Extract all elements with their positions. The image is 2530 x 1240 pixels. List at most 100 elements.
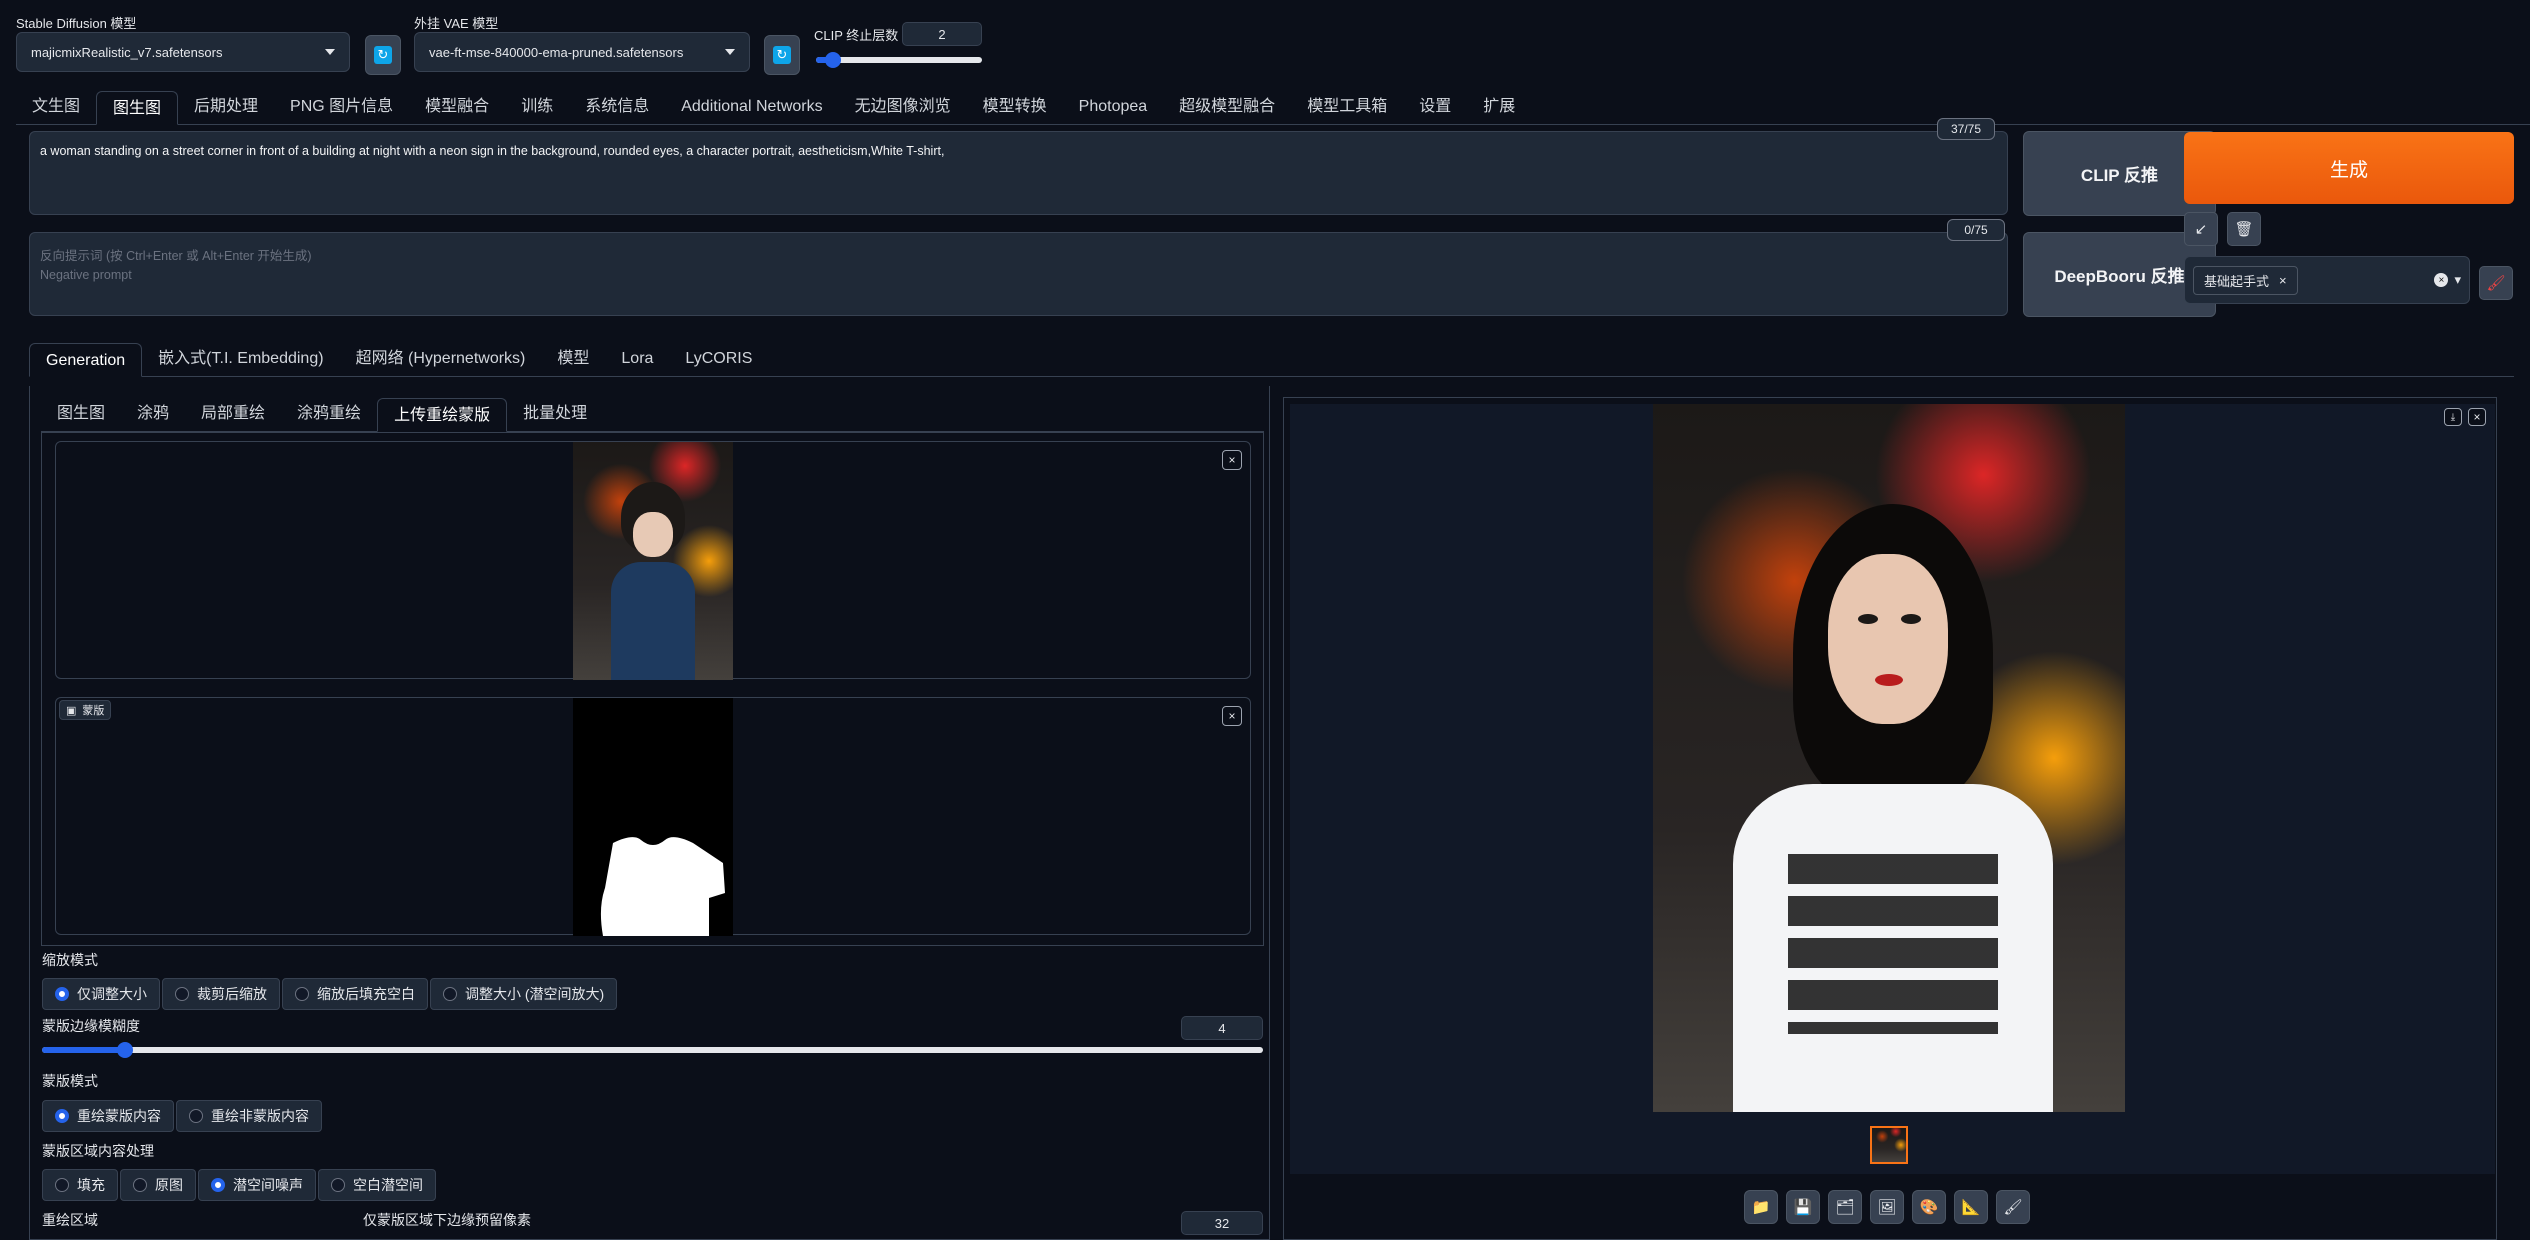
- close-icon[interactable]: ×: [2279, 273, 2287, 288]
- radio-dot[interactable]: [55, 1109, 69, 1123]
- mask-image-area[interactable]: ▣ 蒙版 ×: [55, 697, 1251, 936]
- tab-main-12[interactable]: 模型工具箱: [1291, 90, 1403, 124]
- mask-blur-thumb[interactable]: [117, 1042, 134, 1058]
- tab-sub-1[interactable]: 嵌入式(T.I. Embedding): [142, 342, 339, 376]
- tab-img-1[interactable]: 涂鸦: [121, 397, 185, 431]
- clear-prompt-button[interactable]: 🗑: [2227, 212, 2261, 246]
- refresh-vae-button[interactable]: ↻: [764, 35, 800, 75]
- tab-main-11[interactable]: 超级模型融合: [1163, 90, 1291, 124]
- generate-button[interactable]: 生成: [2184, 132, 2514, 204]
- styles-select[interactable]: 基础起手式 × × ▾: [2184, 256, 2470, 304]
- padding-value[interactable]: 32: [1181, 1211, 1263, 1235]
- main-tabs: 文生图 图生图 后期处理 PNG 图片信息 模型融合 训练 系统信息 Additional N…: [16, 90, 2530, 125]
- mask-blur-slider[interactable]: [42, 1042, 1263, 1058]
- radio-option[interactable]: 裁剪后缩放: [162, 978, 280, 1010]
- close-icon[interactable]: ×: [1222, 450, 1242, 470]
- output-thumbnail[interactable]: [1870, 1126, 1908, 1164]
- output-image[interactable]: [1653, 404, 2125, 1112]
- sd-model-dropdown[interactable]: majicmixRealistic_v7.safetensors: [16, 32, 350, 72]
- output-tool-row: 📁 💾 🗂 🖼 🎨 📐 🖌: [1744, 1190, 2030, 1224]
- close-icon[interactable]: ×: [2468, 408, 2486, 426]
- radio-dot[interactable]: [189, 1109, 203, 1123]
- tab-main-10[interactable]: Photopea: [1063, 90, 1164, 124]
- save-button[interactable]: 💾: [1786, 1190, 1820, 1224]
- radio-dot[interactable]: [443, 987, 457, 1001]
- tab-sub-4[interactable]: Lora: [605, 342, 669, 376]
- clear-icon[interactable]: ×: [2434, 273, 2449, 287]
- face-shape: [1828, 554, 1948, 724]
- chevron-down-icon: [325, 49, 335, 55]
- mask-image: [573, 698, 733, 936]
- radio-option[interactable]: 原图: [120, 1169, 196, 1201]
- chevron-down-icon[interactable]: ▾: [2454, 272, 2461, 288]
- radio-option[interactable]: 仅调整大小: [42, 978, 160, 1010]
- close-icon[interactable]: ×: [1222, 706, 1242, 726]
- tab-main-14[interactable]: 扩展: [1467, 90, 1531, 124]
- tab-main-4[interactable]: 模型融合: [409, 90, 505, 124]
- radio-option[interactable]: 重绘蒙版内容: [42, 1100, 174, 1132]
- mask-mode-group: 重绘蒙版内容 重绘非蒙版内容: [42, 1100, 324, 1132]
- image-button[interactable]: 🖼: [1870, 1190, 1904, 1224]
- ruler-button[interactable]: 📐: [1954, 1190, 1988, 1224]
- tab-main-6[interactable]: 系统信息: [569, 90, 665, 124]
- radio-dot[interactable]: [295, 987, 309, 1001]
- zip-button[interactable]: 🗂: [1828, 1190, 1862, 1224]
- style-tag[interactable]: 基础起手式 ×: [2193, 265, 2298, 295]
- radio-dot[interactable]: [55, 987, 69, 1001]
- inpaint-area-label: 重绘区域: [42, 1212, 98, 1228]
- tab-sub-5[interactable]: LyCORIS: [669, 342, 768, 376]
- tab-main-0[interactable]: 文生图: [16, 90, 96, 124]
- palette-button[interactable]: 🎨: [1912, 1190, 1946, 1224]
- vae-dropdown[interactable]: vae-ft-mse-840000-ema-pruned.safetensors: [414, 32, 750, 72]
- masked-content-label: 蒙版区域内容处理: [42, 1143, 154, 1159]
- radio-option[interactable]: 填充: [42, 1169, 118, 1201]
- clip-slider-thumb[interactable]: [824, 52, 841, 68]
- tab-main-8[interactable]: 无边图像浏览: [839, 90, 967, 124]
- tab-sub-0[interactable]: Generation: [29, 343, 143, 377]
- clip-slider[interactable]: [816, 52, 982, 68]
- edit-styles-button[interactable]: 🖌: [2479, 266, 2513, 300]
- tab-main-1[interactable]: 图生图: [96, 91, 179, 125]
- resize-mode-label: 缩放模式: [42, 952, 98, 968]
- refresh-sd-model-button[interactable]: ↻: [365, 35, 401, 75]
- brush-button[interactable]: 🖌: [1996, 1190, 2030, 1224]
- tshirt-print: [1788, 854, 1998, 1034]
- tab-main-3[interactable]: PNG 图片信息: [274, 90, 409, 124]
- tab-img-4[interactable]: 上传重绘蒙版: [377, 398, 508, 432]
- radio-option[interactable]: 重绘非蒙版内容: [176, 1100, 322, 1132]
- tab-main-9[interactable]: 模型转换: [967, 90, 1063, 124]
- prompt-textarea[interactable]: a woman standing on a street corner in f…: [29, 131, 2008, 215]
- mask-blur-value[interactable]: 4: [1181, 1016, 1263, 1040]
- tab-sub-3[interactable]: 模型: [541, 342, 605, 376]
- folder-button[interactable]: 📁: [1744, 1190, 1778, 1224]
- tab-img-0[interactable]: 图生图: [41, 397, 121, 431]
- download-icon[interactable]: ⤓: [2444, 408, 2462, 426]
- apply-style-button[interactable]: ↙: [2184, 212, 2218, 246]
- brush-icon: 🖌: [2003, 1199, 2023, 1216]
- radio-option[interactable]: 潜空间噪声: [198, 1169, 316, 1201]
- save-icon: 💾: [1793, 1199, 1813, 1216]
- init-image-area[interactable]: ×: [55, 441, 1251, 680]
- negative-prompt-textarea[interactable]: 反向提示词 (按 Ctrl+Enter 或 Alt+Enter 开始生成) Ne…: [29, 232, 2008, 316]
- radio-dot[interactable]: [55, 1178, 69, 1192]
- init-image: [573, 442, 733, 680]
- prompt-token-counter: 37/75: [1937, 118, 1995, 140]
- clip-value[interactable]: 2: [902, 22, 982, 46]
- radio-dot[interactable]: [175, 987, 189, 1001]
- radio-option[interactable]: 调整大小 (潜空间放大): [430, 978, 618, 1010]
- tab-main-5[interactable]: 训练: [505, 90, 569, 124]
- radio-dot[interactable]: [133, 1178, 147, 1192]
- tab-main-13[interactable]: 设置: [1403, 90, 1467, 124]
- tab-sub-2[interactable]: 超网络 (Hypernetworks): [340, 342, 542, 376]
- tab-img-2[interactable]: 局部重绘: [185, 397, 281, 431]
- radio-option[interactable]: 空白潜空间: [318, 1169, 436, 1201]
- tab-img-3[interactable]: 涂鸦重绘: [281, 397, 377, 431]
- radio-dot[interactable]: [331, 1178, 345, 1192]
- tab-img-5[interactable]: 批量处理: [507, 397, 603, 431]
- mask-blur-label: 蒙版边缘模糊度: [42, 1018, 140, 1034]
- tab-main-7[interactable]: Additional Networks: [665, 90, 838, 124]
- radio-dot[interactable]: [211, 1178, 225, 1192]
- tab-main-2[interactable]: 后期处理: [178, 90, 274, 124]
- radio-option[interactable]: 缩放后填充空白: [282, 978, 428, 1010]
- negative-placeholder-en: Negative prompt: [40, 268, 132, 282]
